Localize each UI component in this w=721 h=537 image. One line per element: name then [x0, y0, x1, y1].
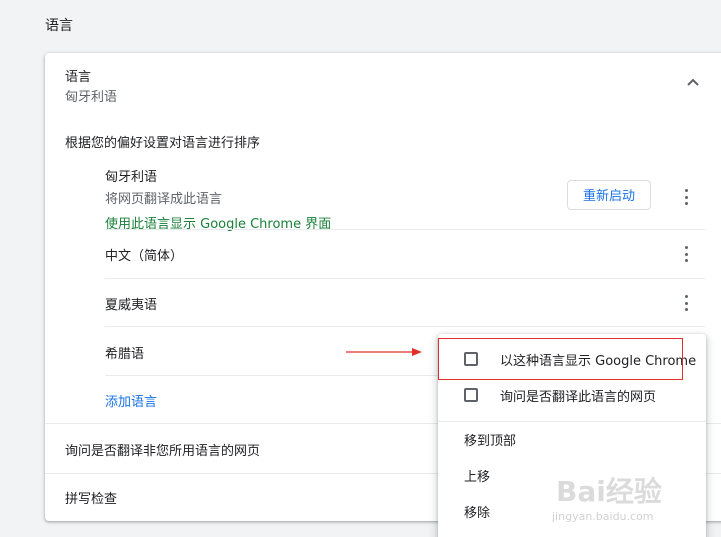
watermark-logo: Bai经验 [556, 475, 662, 508]
menu-item-label: 移除 [464, 506, 491, 521]
watermark-url: jingyan.baidu.com [552, 510, 654, 523]
settings-page: 语言 语言 匈牙利语 根据您的偏好设置对语言进行排序 匈牙利语 将网页翻译成此语… [0, 0, 721, 537]
current-language: 匈牙利语 [65, 90, 118, 105]
section-title: 语言 [45, 18, 73, 34]
menu-item-label: 询问是否翻译此语言的网页 [500, 390, 657, 405]
more-options-icon[interactable] [683, 246, 689, 262]
order-description: 根据您的偏好设置对语言进行排序 [65, 136, 261, 151]
menu-item-label: 移到顶部 [464, 434, 517, 449]
language-name: 夏威夷语 [105, 298, 158, 313]
menu-item-label: 上移 [464, 470, 491, 485]
more-options-icon[interactable] [683, 189, 689, 205]
language-row-chinese: 中文（简体） [105, 245, 705, 264]
menu-divider [438, 421, 706, 422]
add-language-link[interactable]: 添加语言 [105, 391, 157, 410]
row-divider [105, 278, 705, 279]
restart-button[interactable]: 重新启动 [567, 180, 651, 210]
checkbox-icon[interactable] [464, 388, 478, 402]
menu-item-offer-translate[interactable]: 询问是否翻译此语言的网页 [438, 388, 706, 408]
language-header-title: 语言 [65, 70, 92, 85]
row-divider [105, 229, 705, 230]
menu-item-move-to-top[interactable]: 移到顶部 [438, 430, 706, 450]
annotation-arrow [346, 348, 422, 356]
language-row-hawaiian: 夏威夷语 [105, 294, 705, 313]
language-name: 中文（简体） [105, 249, 184, 264]
highlight-box [438, 338, 683, 380]
chevron-up-icon[interactable] [686, 76, 700, 90]
more-options-icon[interactable] [683, 295, 689, 311]
ask-translate-setting[interactable]: 询问是否翻译非您所用语言的网页 [65, 440, 260, 459]
spellcheck-setting[interactable]: 拼写检查 [65, 488, 117, 507]
row-divider [105, 326, 705, 327]
